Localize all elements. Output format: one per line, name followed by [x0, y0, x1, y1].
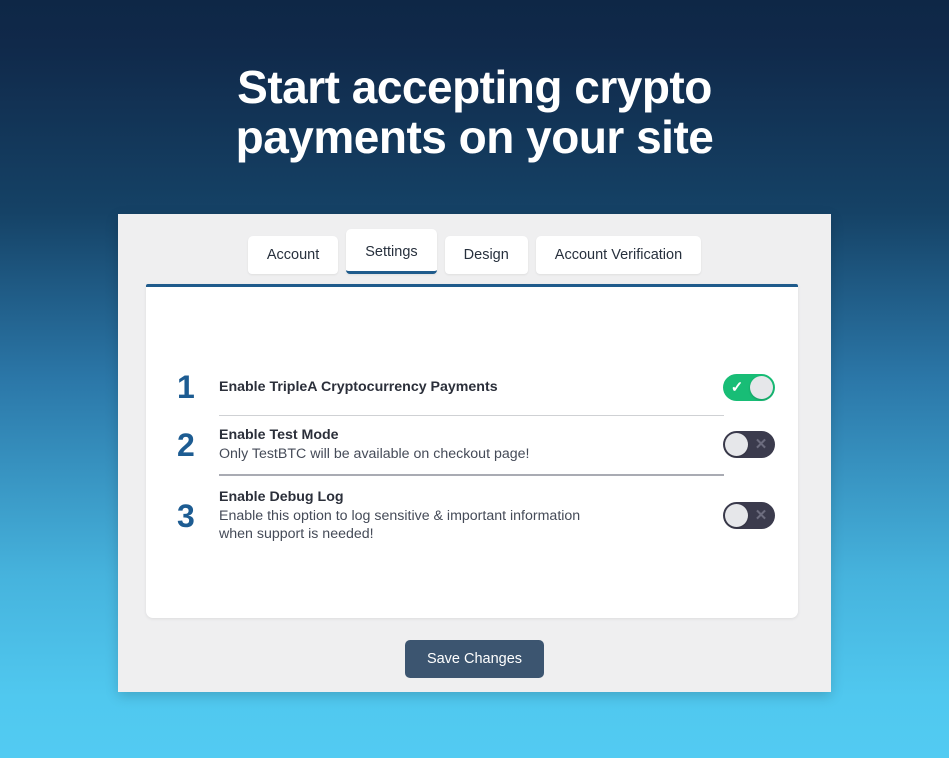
toggle-test-mode[interactable]: ✕	[723, 431, 775, 459]
step-number-3: 3	[177, 497, 195, 534]
toggle-knob	[750, 375, 773, 399]
toggle-knob	[725, 504, 748, 527]
tab-account-verification[interactable]: Account Verification	[535, 236, 702, 274]
hero-section: Start accepting crypto payments on your …	[0, 0, 949, 162]
tab-settings[interactable]: Settings	[346, 229, 437, 274]
step-number-2: 2	[177, 426, 195, 463]
step-number-1: 1	[177, 369, 195, 405]
setting-title: Enable Debug Log	[219, 488, 344, 505]
footer-actions: Save Changes	[118, 640, 831, 678]
tab-account[interactable]: Account	[247, 236, 339, 274]
setting-title: Enable TripleA Cryptocurrency Payments	[219, 378, 498, 395]
cross-icon: ✕	[754, 507, 768, 524]
page-title: Start accepting crypto payments on your …	[235, 61, 714, 163]
settings-list: 1 Enable TripleA Cryptocurrency Payments…	[146, 287, 798, 556]
settings-panel: 1 Enable TripleA Cryptocurrency Payments…	[146, 284, 798, 618]
setting-row-debug-log: 3 Enable Debug Log Enable this option to…	[146, 476, 798, 556]
setting-row-body: Enable Test Mode Only TestBTC will be av…	[219, 426, 723, 464]
setting-row-enable-payments: 1 Enable TripleA Cryptocurrency Payments…	[146, 359, 798, 415]
setting-row-test-mode: 2 Enable Test Mode Only TestBTC will be …	[146, 416, 798, 474]
tab-bar: Account Settings Design Account Verifica…	[118, 214, 831, 274]
check-icon: ✓	[730, 378, 744, 396]
toggle-knob	[725, 433, 748, 457]
setting-row-body: Enable TripleA Cryptocurrency Payments	[219, 378, 723, 397]
cross-icon: ✕	[754, 436, 768, 454]
setting-description: Enable this option to log sensitive & im…	[219, 507, 581, 543]
settings-card: Account Settings Design Account Verifica…	[118, 214, 831, 692]
toggle-enable-payments[interactable]: ✓	[723, 373, 775, 401]
tab-design[interactable]: Design	[444, 236, 528, 274]
setting-description: Only TestBTC will be available on checko…	[219, 446, 530, 462]
setting-row-body: Enable Debug Log Enable this option to l…	[219, 488, 723, 544]
save-changes-button[interactable]: Save Changes	[404, 640, 545, 678]
toggle-debug-log[interactable]: ✕	[723, 502, 775, 529]
setting-title: Enable Test Mode	[219, 427, 339, 443]
